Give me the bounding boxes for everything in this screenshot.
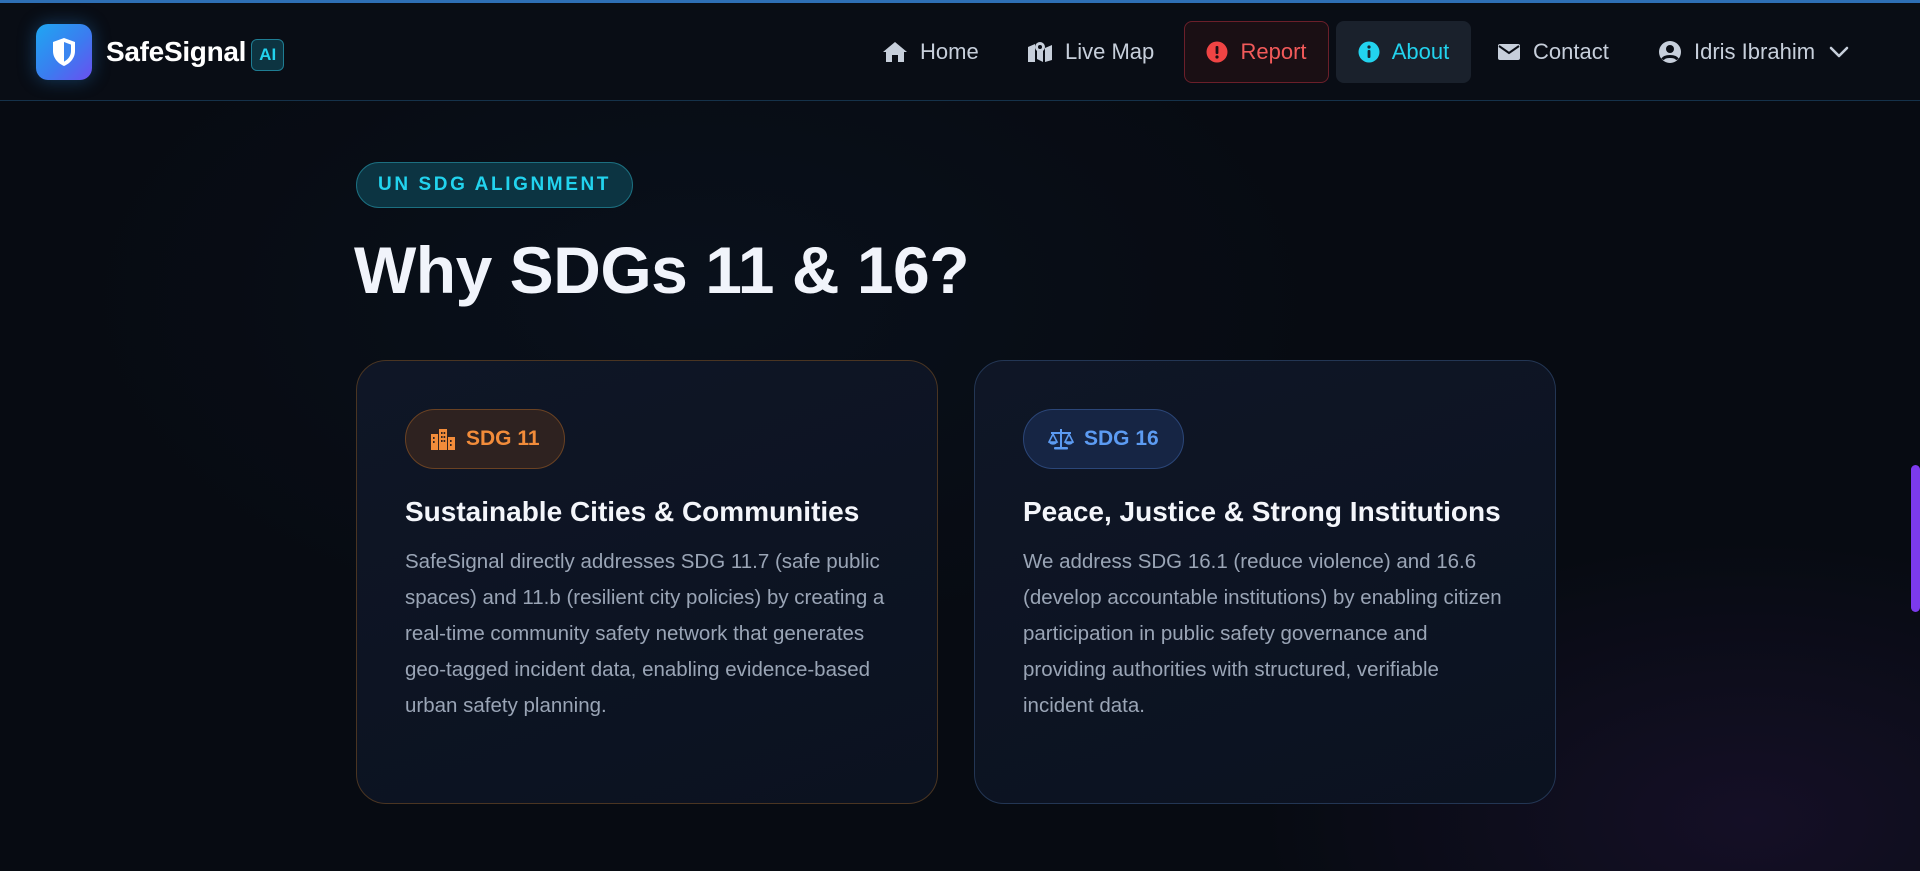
user-name: Idris Ibrahim [1694,39,1816,64]
nav-contact[interactable]: Contact [1497,21,1609,83]
section-eyebrow: UN SDG ALIGNMENT [356,162,634,208]
sdg-16-title: Peace, Justice & Strong Institutions [1023,496,1501,527]
alert-icon [1206,41,1228,63]
nav-report[interactable]: Report [1184,21,1329,83]
sdg-16-badge: SDG 16 [1023,409,1184,469]
info-icon [1358,41,1380,63]
sdg-11-card: SDG 11 Sustainable Cities & Communities … [356,360,938,804]
envelope-icon [1497,43,1521,61]
home-icon [882,41,908,63]
sdg-11-title: Sustainable Cities & Communities [405,496,860,527]
nav-home-label: Home [920,39,979,64]
city-icon [430,428,456,450]
user-circle-icon [1658,40,1682,64]
nav-about[interactable]: About [1336,21,1471,83]
nav-home[interactable]: Home [882,21,979,83]
nav-about-label: About [1391,39,1450,64]
navbar: SafeSignal AI Home Live Map Report About… [0,3,1920,101]
scale-icon [1048,428,1074,450]
nav-live-map[interactable]: Live Map [1027,21,1154,83]
sdg-16-card: SDG 16 Peace, Justice & Strong Instituti… [974,360,1556,804]
sdg-11-badge: SDG 11 [405,409,565,469]
chevron-down-icon [1829,46,1849,58]
nav-report-label: Report [1240,39,1307,64]
nav-contact-label: Contact [1533,39,1609,64]
sdg-16-badge-label: SDG 16 [1084,427,1159,450]
sdg-16-description: We address SDG 16.1 (reduce violence) an… [1023,550,1502,717]
scrollbar-thumb[interactable] [1911,465,1920,612]
sdg-11-description: SafeSignal directly addresses SDG 11.7 (… [405,550,885,717]
main-nav: Home Live Map Report About Contact Idris… [0,21,1920,83]
sdg-11-badge-label: SDG 11 [466,427,540,450]
user-menu[interactable]: Idris Ibrahim [1658,21,1849,83]
section-heading: Why SDGs 11 & 16? [354,233,970,307]
nav-live-map-label: Live Map [1065,39,1155,64]
map-icon [1027,41,1053,63]
